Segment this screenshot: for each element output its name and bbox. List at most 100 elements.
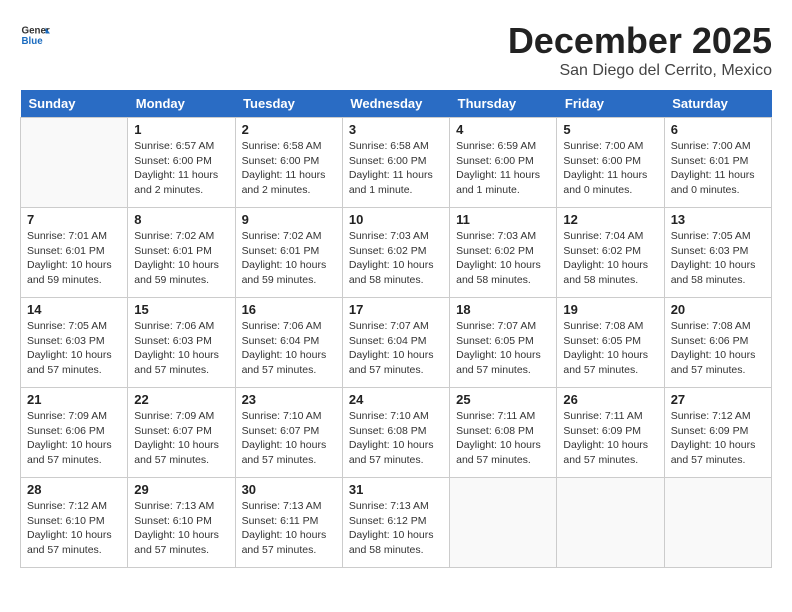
month-title: December 2025: [508, 20, 772, 62]
day-info: Sunrise: 6:58 AM Sunset: 6:00 PM Dayligh…: [242, 139, 336, 198]
svg-text:Blue: Blue: [22, 36, 44, 47]
calendar-cell: 19 Sunrise: 7:08 AM Sunset: 6:05 PM Dayli…: [557, 298, 664, 388]
day-number: 30: [242, 482, 336, 497]
day-number: 11: [456, 212, 550, 227]
calendar-cell: 28Sunrise: 7:12 AM Sunset: 6:10 PM Dayli…: [21, 478, 128, 568]
day-number: 3: [349, 122, 443, 137]
calendar-week-1: 1Sunrise: 6:57 AM Sunset: 6:00 PM Daylig…: [21, 118, 772, 208]
column-header-thursday: Thursday: [450, 90, 557, 118]
calendar-cell: [557, 478, 664, 568]
day-info: Sunrise: 7:06 AM Sunset: 6:03 PM Dayligh…: [134, 319, 228, 378]
calendar-cell: 8Sunrise: 7:02 AM Sunset: 6:01 PM Daylig…: [128, 208, 235, 298]
column-header-saturday: Saturday: [664, 90, 771, 118]
day-number: 28: [27, 482, 121, 497]
day-number: 15: [134, 302, 228, 317]
calendar-cell: 5 Sunrise: 7:00 AM Sunset: 6:00 PM Daylig…: [557, 118, 664, 208]
calendar-cell: 7Sunrise: 7:01 AM Sunset: 6:01 PM Daylig…: [21, 208, 128, 298]
logo: General Blue: [20, 20, 50, 50]
day-info: Sunrise: 7:13 AM Sunset: 6:10 PM Dayligh…: [134, 499, 228, 558]
column-header-sunday: Sunday: [21, 90, 128, 118]
day-number: 4: [456, 122, 550, 137]
day-number: 1: [134, 122, 228, 137]
calendar-cell: [664, 478, 771, 568]
calendar-cell: 18Sunrise: 7:07 AM Sunset: 6:05 PM Dayli…: [450, 298, 557, 388]
day-number: 9: [242, 212, 336, 227]
title-block: December 2025 San Diego del Cerrito, Mex…: [508, 20, 772, 80]
day-number: 24: [349, 392, 443, 407]
logo-icon: General Blue: [20, 20, 50, 50]
calendar-cell: 27 Sunrise: 7:12 AM Sunset: 6:09 PM Dayli…: [664, 388, 771, 478]
day-info: Sunrise: 6:58 AM Sunset: 6:00 PM Dayligh…: [349, 139, 443, 198]
day-info: Sunrise: 7:04 AM Sunset: 6:02 PM Dayligh…: [563, 229, 657, 288]
column-header-tuesday: Tuesday: [235, 90, 342, 118]
column-header-friday: Friday: [557, 90, 664, 118]
calendar-cell: 24Sunrise: 7:10 AM Sunset: 6:08 PM Dayli…: [342, 388, 449, 478]
calendar-cell: 10 Sunrise: 7:03 AM Sunset: 6:02 PM Dayli…: [342, 208, 449, 298]
day-number: 21: [27, 392, 121, 407]
day-number: 23: [242, 392, 336, 407]
calendar-cell: [450, 478, 557, 568]
calendar-cell: [21, 118, 128, 208]
calendar-week-2: 7Sunrise: 7:01 AM Sunset: 6:01 PM Daylig…: [21, 208, 772, 298]
calendar-cell: 6 Sunrise: 7:00 AM Sunset: 6:01 PM Daylig…: [664, 118, 771, 208]
location: San Diego del Cerrito, Mexico: [508, 62, 772, 80]
day-info: Sunrise: 7:09 AM Sunset: 6:07 PM Dayligh…: [134, 409, 228, 468]
calendar-cell: 21 Sunrise: 7:09 AM Sunset: 6:06 PM Dayli…: [21, 388, 128, 478]
day-info: Sunrise: 6:59 AM Sunset: 6:00 PM Dayligh…: [456, 139, 550, 198]
day-info: Sunrise: 7:13 AM Sunset: 6:12 PM Dayligh…: [349, 499, 443, 558]
calendar-cell: 9 Sunrise: 7:02 AM Sunset: 6:01 PM Daylig…: [235, 208, 342, 298]
day-number: 5: [563, 122, 657, 137]
calendar-cell: 4 Sunrise: 6:59 AM Sunset: 6:00 PM Daylig…: [450, 118, 557, 208]
day-number: 26: [563, 392, 657, 407]
day-number: 2: [242, 122, 336, 137]
day-number: 22: [134, 392, 228, 407]
calendar-week-4: 21 Sunrise: 7:09 AM Sunset: 6:06 PM Dayli…: [21, 388, 772, 478]
day-info: Sunrise: 7:10 AM Sunset: 6:07 PM Dayligh…: [242, 409, 336, 468]
day-info: Sunrise: 7:05 AM Sunset: 6:03 PM Dayligh…: [671, 229, 765, 288]
calendar-cell: 1Sunrise: 6:57 AM Sunset: 6:00 PM Daylig…: [128, 118, 235, 208]
calendar-cell: 14Sunrise: 7:05 AM Sunset: 6:03 PM Dayli…: [21, 298, 128, 388]
day-info: Sunrise: 7:03 AM Sunset: 6:02 PM Dayligh…: [456, 229, 550, 288]
calendar-cell: 3 Sunrise: 6:58 AM Sunset: 6:00 PM Daylig…: [342, 118, 449, 208]
day-number: 25: [456, 392, 550, 407]
day-number: 29: [134, 482, 228, 497]
calendar-header-row: SundayMondayTuesdayWednesdayThursdayFrid…: [21, 90, 772, 118]
calendar-cell: 17Sunrise: 7:07 AM Sunset: 6:04 PM Dayli…: [342, 298, 449, 388]
day-number: 19: [563, 302, 657, 317]
day-number: 16: [242, 302, 336, 317]
day-number: 27: [671, 392, 765, 407]
day-info: Sunrise: 7:05 AM Sunset: 6:03 PM Dayligh…: [27, 319, 121, 378]
calendar-cell: 25 Sunrise: 7:11 AM Sunset: 6:08 PM Dayli…: [450, 388, 557, 478]
column-header-monday: Monday: [128, 90, 235, 118]
calendar-cell: 23 Sunrise: 7:10 AM Sunset: 6:07 PM Dayli…: [235, 388, 342, 478]
calendar-cell: 2 Sunrise: 6:58 AM Sunset: 6:00 PM Daylig…: [235, 118, 342, 208]
day-info: Sunrise: 7:00 AM Sunset: 6:01 PM Dayligh…: [671, 139, 765, 198]
day-info: Sunrise: 7:08 AM Sunset: 6:06 PM Dayligh…: [671, 319, 765, 378]
day-info: Sunrise: 7:08 AM Sunset: 6:05 PM Dayligh…: [563, 319, 657, 378]
calendar-body: 1Sunrise: 6:57 AM Sunset: 6:00 PM Daylig…: [21, 118, 772, 568]
day-info: Sunrise: 7:11 AM Sunset: 6:08 PM Dayligh…: [456, 409, 550, 468]
day-info: Sunrise: 7:02 AM Sunset: 6:01 PM Dayligh…: [242, 229, 336, 288]
day-number: 10: [349, 212, 443, 227]
calendar-cell: 22 Sunrise: 7:09 AM Sunset: 6:07 PM Dayli…: [128, 388, 235, 478]
calendar-week-5: 28Sunrise: 7:12 AM Sunset: 6:10 PM Dayli…: [21, 478, 772, 568]
day-info: Sunrise: 7:12 AM Sunset: 6:09 PM Dayligh…: [671, 409, 765, 468]
day-info: Sunrise: 7:01 AM Sunset: 6:01 PM Dayligh…: [27, 229, 121, 288]
calendar-week-3: 14Sunrise: 7:05 AM Sunset: 6:03 PM Dayli…: [21, 298, 772, 388]
day-number: 8: [134, 212, 228, 227]
calendar-cell: 29 Sunrise: 7:13 AM Sunset: 6:10 PM Dayli…: [128, 478, 235, 568]
day-number: 6: [671, 122, 765, 137]
page-header: General Blue December 2025 San Diego del…: [20, 20, 772, 80]
day-number: 20: [671, 302, 765, 317]
day-number: 12: [563, 212, 657, 227]
day-info: Sunrise: 7:11 AM Sunset: 6:09 PM Dayligh…: [563, 409, 657, 468]
calendar-cell: 31Sunrise: 7:13 AM Sunset: 6:12 PM Dayli…: [342, 478, 449, 568]
calendar-cell: 16 Sunrise: 7:06 AM Sunset: 6:04 PM Dayli…: [235, 298, 342, 388]
day-number: 13: [671, 212, 765, 227]
day-info: Sunrise: 7:00 AM Sunset: 6:00 PM Dayligh…: [563, 139, 657, 198]
day-info: Sunrise: 7:03 AM Sunset: 6:02 PM Dayligh…: [349, 229, 443, 288]
day-info: Sunrise: 7:06 AM Sunset: 6:04 PM Dayligh…: [242, 319, 336, 378]
calendar-table: SundayMondayTuesdayWednesdayThursdayFrid…: [20, 90, 772, 568]
calendar-cell: 15 Sunrise: 7:06 AM Sunset: 6:03 PM Dayli…: [128, 298, 235, 388]
day-info: Sunrise: 7:09 AM Sunset: 6:06 PM Dayligh…: [27, 409, 121, 468]
